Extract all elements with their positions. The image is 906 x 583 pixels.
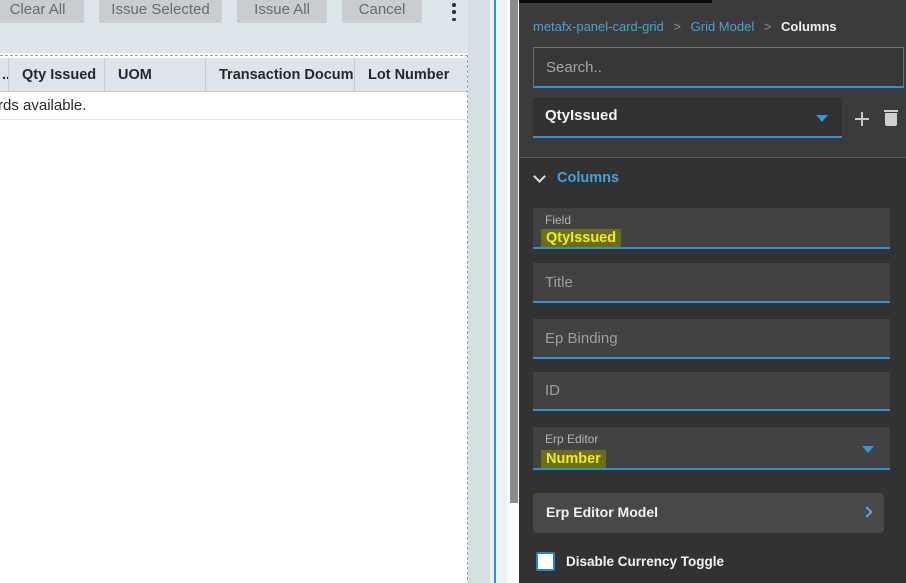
selected-grid-panel: ... Qty Issued UOM Transaction Docume...…	[0, 55, 468, 583]
inspector-panel: metafx-panel-card-grid > Grid Model > Co…	[519, 0, 906, 583]
issue-selected-button[interactable]: Issue Selected	[99, 0, 222, 23]
title-input-group	[533, 263, 890, 303]
inspector-top-tab-edge	[519, 0, 712, 3]
erp-editor-dropdown[interactable]: Erp Editor Number	[533, 427, 890, 470]
grid-header-uom[interactable]: UOM	[105, 58, 206, 91]
ep-binding-input[interactable]	[533, 319, 890, 357]
selection-edge-line	[494, 0, 496, 583]
grid-empty-row: rds available.	[0, 92, 467, 120]
title-input[interactable]	[533, 263, 890, 301]
column-selector-dropdown[interactable]: QtyIssued	[533, 98, 842, 138]
ep-binding-input-group	[533, 319, 890, 359]
grid-header-transaction-document[interactable]: Transaction Docume...	[206, 58, 355, 91]
field-input-group[interactable]: Field QtyIssued	[533, 208, 890, 249]
chevron-down-icon	[816, 115, 828, 122]
erp-editor-model-button[interactable]: Erp Editor Model	[533, 493, 884, 533]
chevron-right-icon	[861, 506, 873, 518]
field-value-highlighted: QtyIssued	[541, 229, 622, 247]
disable-currency-toggle-checkbox[interactable]	[536, 552, 555, 571]
kebab-menu-icon[interactable]	[452, 3, 456, 21]
erp-editor-value-highlighted: Number	[541, 450, 606, 468]
columns-section-title: Columns	[557, 170, 620, 186]
id-input-group	[533, 372, 890, 411]
breadcrumb-separator: >	[673, 19, 681, 34]
plus-icon[interactable]	[855, 112, 869, 126]
disable-currency-toggle-label: Disable Currency Toggle	[566, 554, 725, 569]
scrollbar-thumb[interactable]	[510, 0, 518, 503]
grid-header-qty-issued[interactable]: Qty Issued	[9, 58, 105, 91]
columns-section-header[interactable]: Columns	[533, 169, 620, 186]
breadcrumb-separator: >	[763, 19, 772, 34]
breadcrumb: metafx-panel-card-grid > Grid Model > Co…	[533, 19, 837, 34]
erp-editor-model-label: Erp Editor Model	[546, 504, 658, 520]
grid-header-stub[interactable]: ...	[0, 58, 9, 91]
cancel-button[interactable]: Cancel	[342, 0, 422, 23]
breadcrumb-current-columns: Columns	[781, 19, 837, 34]
clear-all-button[interactable]: Clear All	[0, 0, 84, 23]
panel-margin	[490, 0, 507, 583]
trash-icon[interactable]	[884, 110, 898, 127]
screen: Clear All Issue Selected Issue All Cance…	[0, 0, 906, 583]
search-box	[533, 47, 904, 88]
panel-gutter	[468, 0, 490, 583]
search-input[interactable]	[534, 48, 903, 86]
disable-currency-toggle-row: Disable Currency Toggle	[536, 552, 724, 571]
field-label: Field	[545, 213, 572, 227]
column-selector-value: QtyIssued	[545, 107, 618, 124]
section-divider	[519, 157, 906, 158]
grid-header-row: ... Qty Issued UOM Transaction Docume...…	[0, 58, 467, 92]
breadcrumb-link-metafx-panel-card-grid[interactable]: metafx-panel-card-grid	[533, 19, 664, 34]
id-input[interactable]	[533, 372, 890, 409]
issue-all-button[interactable]: Issue All	[237, 0, 327, 23]
erp-editor-label: Erp Editor	[545, 432, 599, 446]
erp-app-region: Clear All Issue Selected Issue All Cance…	[0, 0, 507, 583]
grid-header-lot-number[interactable]: Lot Number	[355, 58, 467, 91]
vertical-scrollbar[interactable]	[507, 0, 519, 583]
no-records-message: rds available.	[0, 97, 87, 114]
breadcrumb-link-grid-model[interactable]: Grid Model	[691, 19, 755, 34]
chevron-down-icon	[862, 446, 874, 453]
chevron-down-icon	[533, 169, 546, 183]
